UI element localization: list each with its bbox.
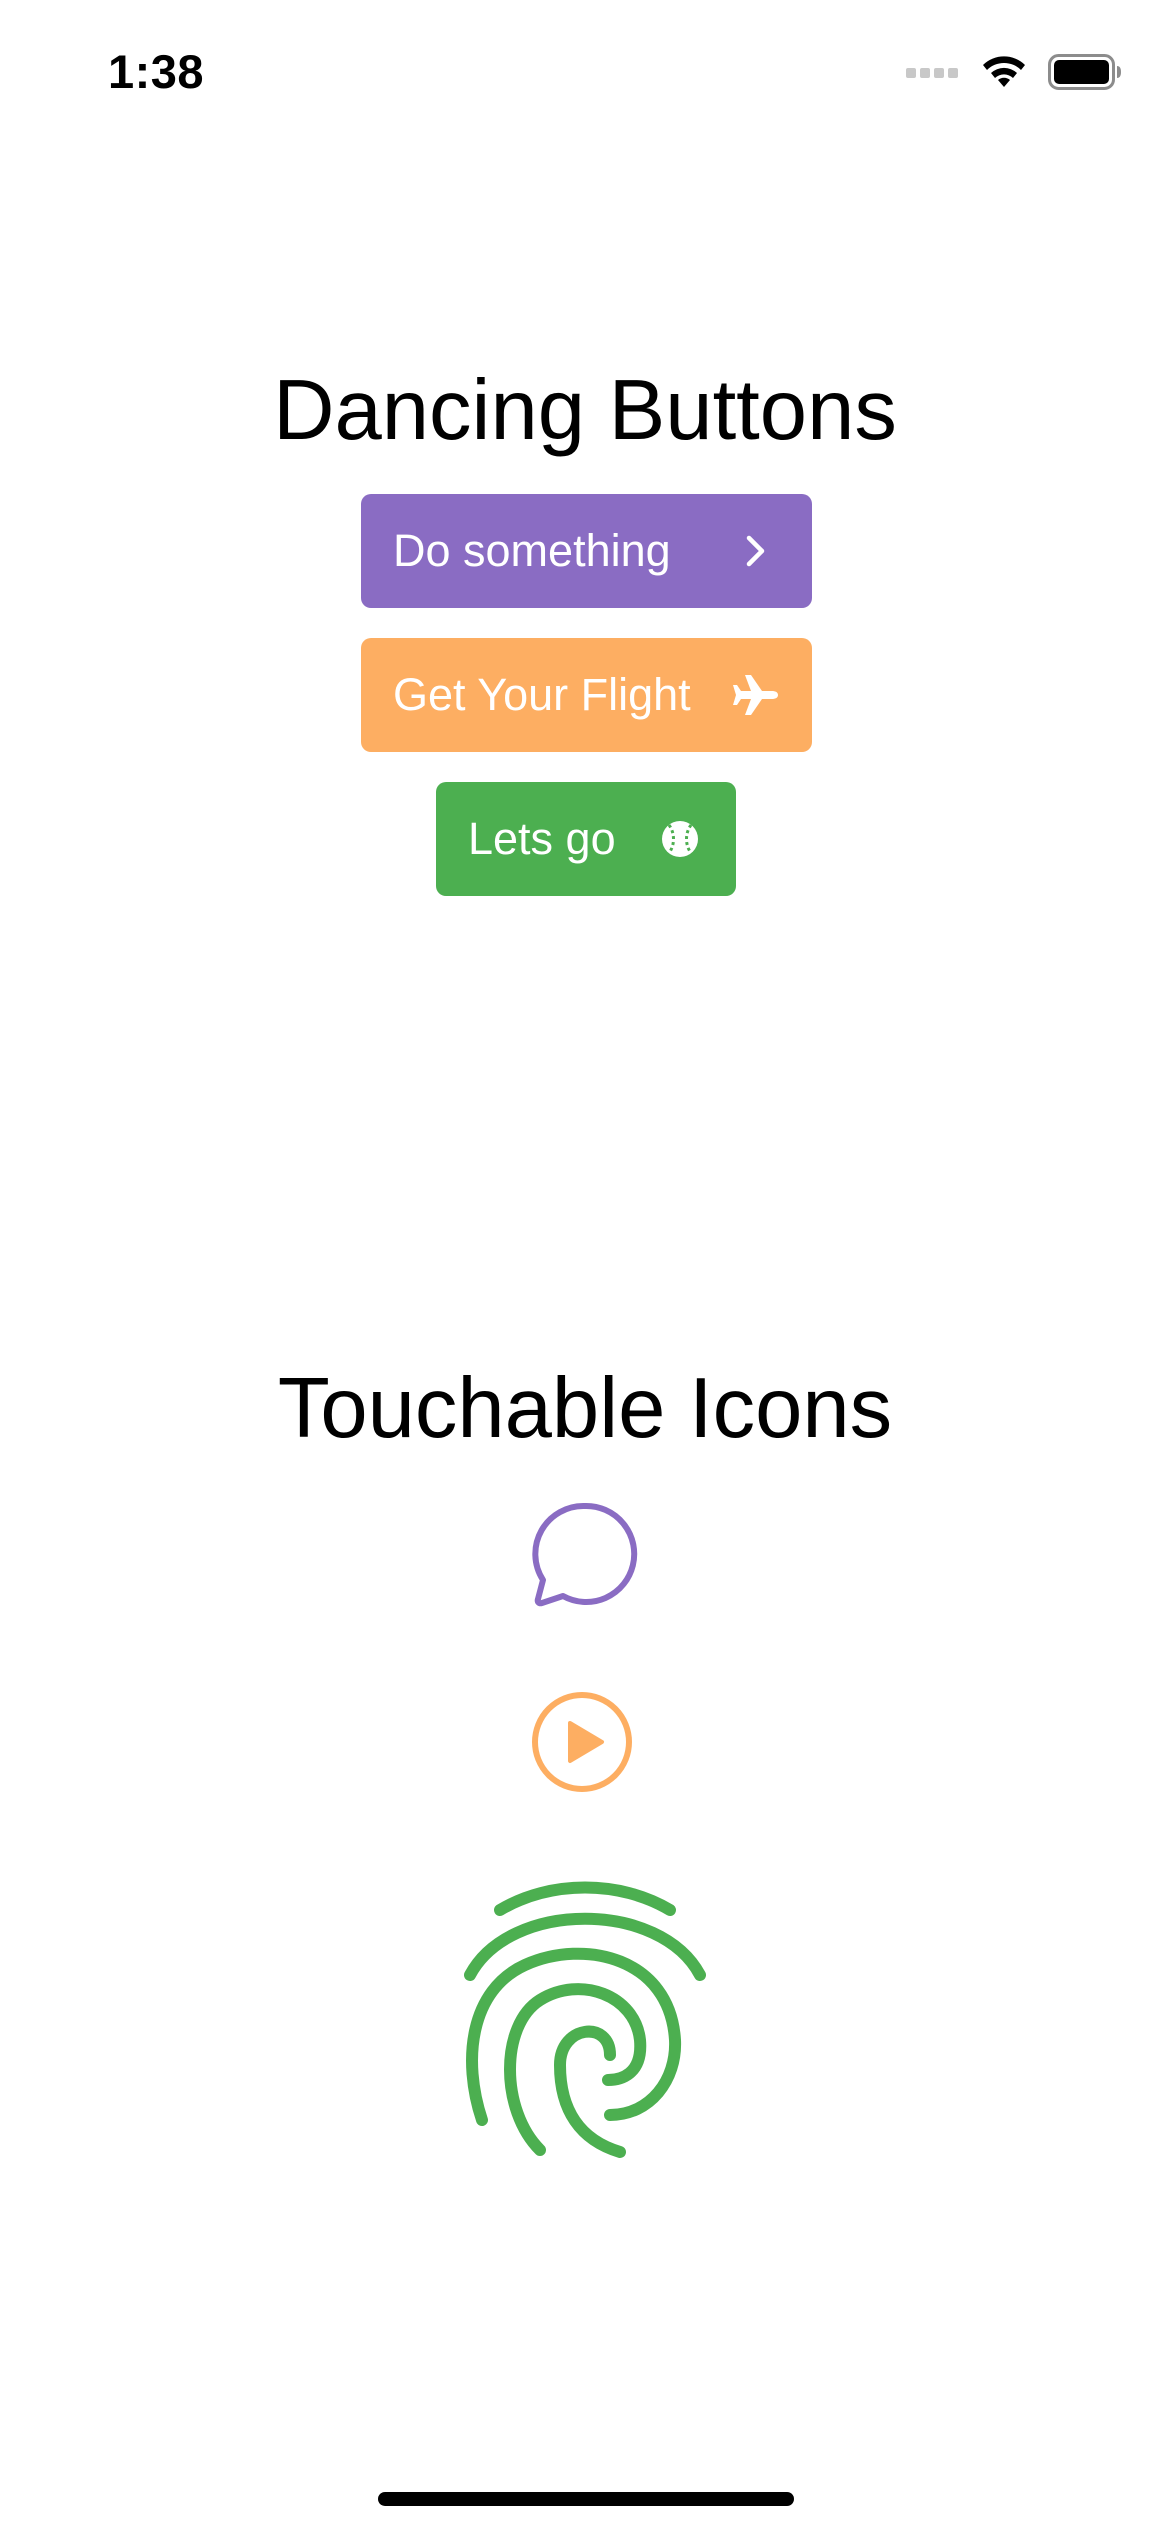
cellular-signal-icon xyxy=(906,68,958,78)
touchable-icons-title: Touchable Icons xyxy=(277,1361,893,1456)
get-your-flight-label: Get Your Flight xyxy=(393,669,691,720)
lets-go-button[interactable]: Lets go xyxy=(436,782,736,896)
do-something-label: Do something xyxy=(393,525,671,576)
status-bar: 1:38 xyxy=(0,0,1170,150)
status-icons xyxy=(906,52,1122,92)
get-your-flight-button[interactable]: Get Your Flight xyxy=(361,638,812,752)
do-something-button[interactable]: Do something xyxy=(361,494,812,608)
airplane-icon xyxy=(732,671,780,719)
wifi-icon xyxy=(983,56,1025,87)
chat-bubble-icon[interactable] xyxy=(530,1500,640,1610)
play-circle-icon[interactable] xyxy=(530,1690,634,1794)
status-time: 1:38 xyxy=(108,45,205,98)
lets-go-label: Lets go xyxy=(468,813,616,864)
dancing-buttons-title: Dancing Buttons xyxy=(273,363,897,458)
home-indicator[interactable] xyxy=(378,2492,794,2506)
baseball-icon xyxy=(656,815,704,863)
fingerprint-icon[interactable] xyxy=(460,1880,710,2170)
chevron-right-icon xyxy=(732,527,780,575)
battery-icon xyxy=(1048,54,1121,90)
